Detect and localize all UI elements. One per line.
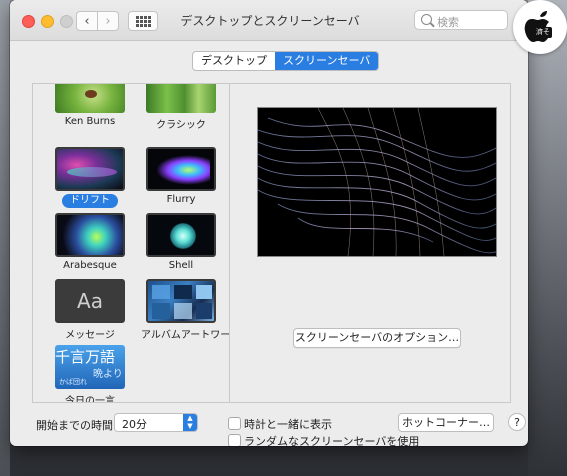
screensaver-label: ドリフト: [62, 194, 118, 208]
help-button[interactable]: ?: [508, 413, 526, 431]
screensaver-label: 今日の一言: [65, 396, 115, 402]
screensaver-item-arabesque[interactable]: Arabesque: [50, 213, 130, 271]
desktop-background-left: [0, 0, 10, 476]
screensaver-preview[interactable]: [257, 107, 497, 257]
search-icon: [421, 14, 432, 25]
tab-screensaver[interactable]: スクリーンセーバ: [275, 52, 379, 70]
search-placeholder: 検索: [437, 16, 459, 29]
chevron-updown-icon: ▲ ▼: [183, 414, 197, 431]
screensaver-item-shell[interactable]: Shell: [141, 213, 221, 271]
screensaver-item-classic[interactable]: クラシック: [141, 84, 221, 131]
hot-corners-button[interactable]: ホットコーナー…: [398, 413, 494, 432]
tab-desktop[interactable]: デスクトップ: [193, 52, 275, 70]
random-saver-checkbox[interactable]: [228, 434, 241, 446]
screensaver-label: アルバムアートワーク: [141, 330, 230, 341]
screensaver-list[interactable]: Ken Burns クラシック ドリフト Flurry Arabesque Sh…: [33, 84, 230, 402]
message-thumb-text: Aa: [77, 289, 103, 313]
start-after-select[interactable]: 20分 ▲ ▼: [114, 413, 198, 432]
show-all-button[interactable]: [128, 11, 158, 31]
screensaver-label: メッセージ: [65, 330, 115, 341]
back-button[interactable]: ‹: [76, 11, 98, 31]
screensaver-item-message[interactable]: Aa メッセージ: [50, 279, 130, 341]
classic-thumbnail: [146, 84, 216, 113]
word-thumb-subtitle: 晩より: [93, 369, 123, 380]
screensaver-label: Arabesque: [63, 260, 117, 271]
word-thumb-note: かば団れ: [59, 378, 87, 386]
screensaver-options-button[interactable]: スクリーンセーバのオプション…: [293, 328, 461, 348]
drift-preview-graphic: [258, 108, 496, 256]
screensaver-item-drift[interactable]: ドリフト: [50, 147, 130, 208]
grid-icon: [135, 15, 151, 27]
close-button[interactable]: [22, 15, 35, 28]
screensaver-label: Flurry: [166, 194, 196, 205]
desktop-background-right: [528, 0, 567, 476]
drift-thumbnail: [55, 147, 125, 191]
show-clock-checkbox[interactable]: [228, 417, 241, 430]
zoom-button[interactable]: [60, 15, 73, 28]
screensaver-label: Ken Burns: [64, 116, 116, 127]
ken-burns-thumbnail: [55, 84, 125, 113]
random-saver-label: ランダムなスクリーンセーバを使用: [244, 435, 420, 446]
site-logo: 濟そ: [513, 0, 567, 54]
screensaver-item-album-artwork[interactable]: アルバムアートワーク: [141, 279, 230, 341]
search-field[interactable]: 検索: [414, 10, 508, 30]
screensaver-label: クラシック: [156, 120, 206, 131]
preview-area: スクリーンセーバのオプション…: [230, 84, 510, 402]
chevron-left-icon: ‹: [84, 13, 90, 29]
content-panel: Ken Burns クラシック ドリフト Flurry Arabesque Sh…: [32, 83, 511, 403]
tab-bar: デスクトップ スクリーンセーバ: [192, 51, 380, 71]
chevron-right-icon: ›: [105, 13, 111, 29]
window-title: デスクトップとスクリーンセーバ: [180, 14, 360, 28]
screensaver-item-ken-burns[interactable]: Ken Burns: [50, 84, 130, 127]
logo-text: 濟そ: [536, 28, 550, 36]
screensaver-item-word-of-the-day[interactable]: 千言万語 晩より かば団れ 今日の一言: [50, 345, 130, 402]
message-thumbnail: Aa: [55, 279, 125, 323]
minimize-button[interactable]: [41, 15, 54, 28]
start-after-value: 20分: [122, 418, 147, 431]
flurry-thumbnail: [146, 147, 216, 191]
forward-button[interactable]: ›: [97, 11, 119, 31]
show-clock-label: 時計と一緒に表示: [244, 418, 332, 431]
arabesque-thumbnail: [55, 213, 125, 257]
word-thumb-title: 千言万語: [55, 348, 116, 366]
preferences-window: ‹ › デスクトップとスクリーンセーバ 検索 デスクトップ スクリーンセーバ K…: [10, 0, 528, 446]
screensaver-item-flurry[interactable]: Flurry: [141, 147, 221, 205]
word-of-the-day-thumbnail: 千言万語 晩より かば団れ: [55, 345, 125, 389]
shell-thumbnail: [146, 213, 216, 257]
screensaver-label: Shell: [168, 260, 194, 271]
title-bar: ‹ › デスクトップとスクリーンセーバ 検索: [10, 0, 528, 41]
album-artwork-thumbnail: [146, 279, 216, 323]
start-after-label: 開始までの時間:: [36, 419, 117, 432]
